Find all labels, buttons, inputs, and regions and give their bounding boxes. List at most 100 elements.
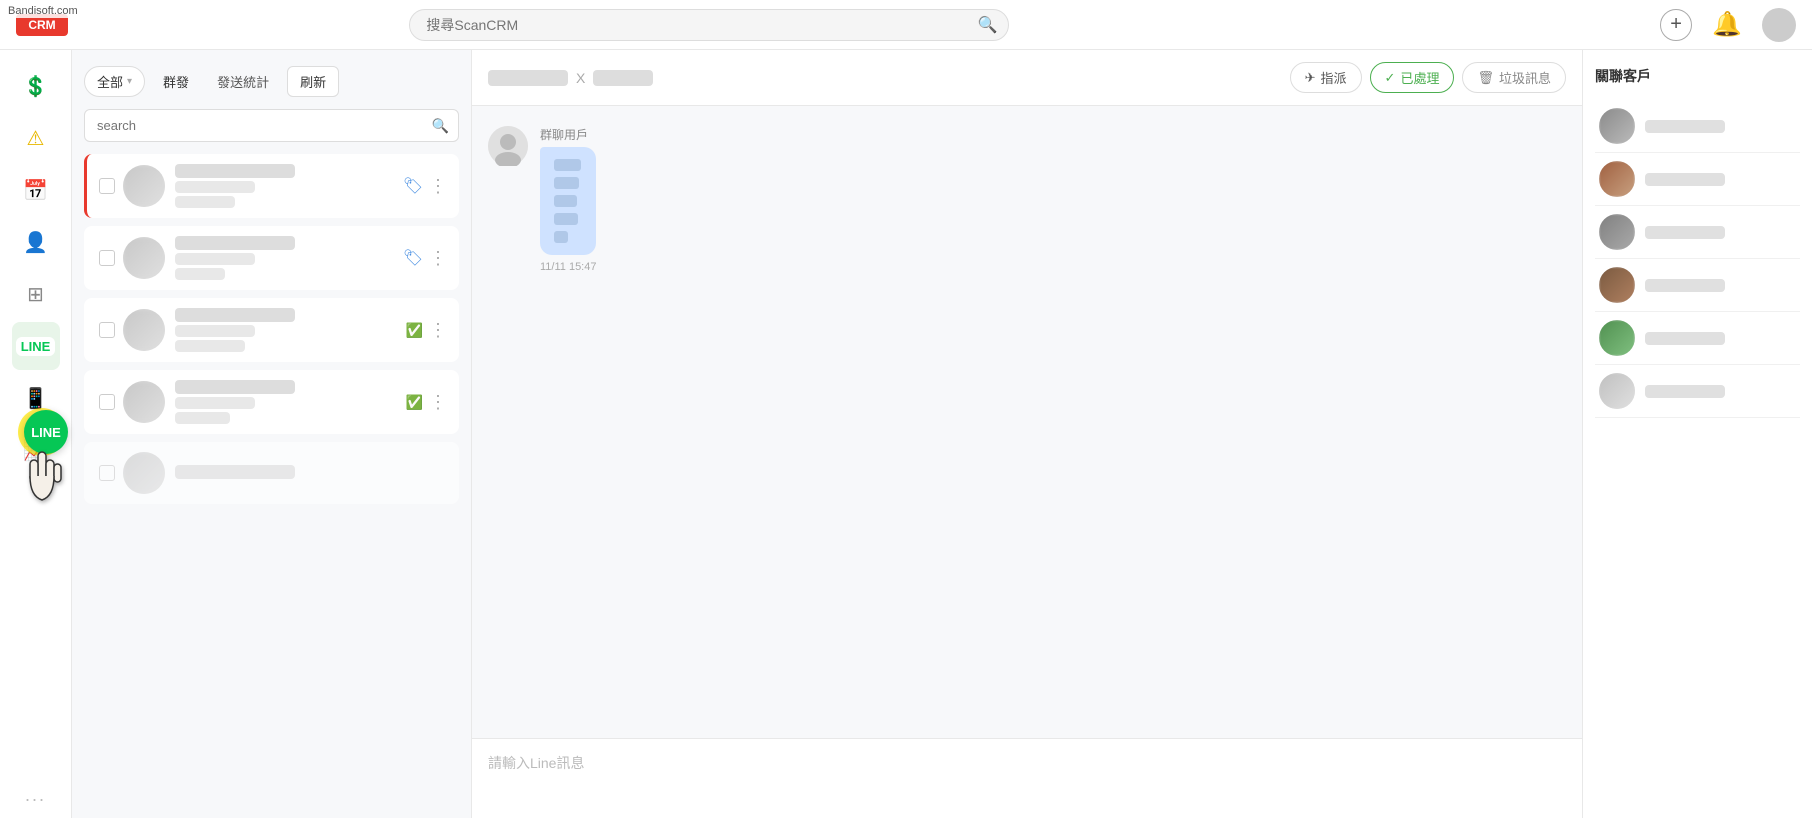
- more-icon[interactable]: ⋮: [429, 248, 447, 269]
- conv-msg-2: [175, 268, 225, 280]
- conv-msg: [175, 397, 255, 409]
- related-customer[interactable]: [1595, 312, 1800, 365]
- checkbox[interactable]: [99, 322, 115, 338]
- refresh-button[interactable]: 刷新: [287, 66, 339, 97]
- chat-title: X: [488, 70, 1278, 86]
- sidebar-item-contacts[interactable]: 👤: [12, 218, 60, 266]
- assign-button[interactable]: ✈ 指派: [1290, 62, 1362, 93]
- tag-icon: 🏷: [403, 176, 423, 196]
- chevron-down-icon: ▾: [127, 76, 132, 87]
- related-customer[interactable]: [1595, 259, 1800, 312]
- chart-icon: 📈: [23, 438, 48, 463]
- conv-actions: 🏷 ⋮: [403, 248, 447, 269]
- sender-avatar: [488, 126, 528, 166]
- assign-icon: ✈: [1305, 70, 1316, 86]
- chat-area: X ✈ 指派 ✓ 已處理 🗑 垃圾訊息: [472, 50, 1582, 818]
- alert-icon: ⚠: [27, 126, 45, 151]
- sidebar-item-line[interactable]: LINE: [12, 322, 60, 370]
- related-avatar: [1599, 373, 1635, 409]
- calendar-icon: 📅: [23, 178, 48, 203]
- add-button[interactable]: +: [1660, 9, 1692, 41]
- conv-msg: [175, 325, 255, 337]
- chat-input-area[interactable]: 請輸入Line訊息: [472, 738, 1582, 818]
- message-bubble: [540, 147, 596, 255]
- sidebar-item-calendar[interactable]: 📅: [12, 166, 60, 214]
- conv-actions: 🏷 ⋮: [403, 176, 447, 197]
- chat-header-actions: ✈ 指派 ✓ 已處理 🗑 垃圾訊息: [1290, 62, 1566, 93]
- related-name: [1645, 332, 1725, 345]
- assign-label: 指派: [1321, 68, 1347, 87]
- processed-icon: ✅: [406, 322, 423, 339]
- conv-search-input[interactable]: [84, 109, 459, 142]
- search-icon: 🔍: [432, 117, 449, 134]
- chat-header: X ✈ 指派 ✓ 已處理 🗑 垃圾訊息: [472, 50, 1582, 106]
- conv-info: [175, 465, 447, 482]
- conv-name: [175, 164, 295, 178]
- conv-name: [175, 380, 295, 394]
- related-avatar: [1599, 161, 1635, 197]
- related-customer[interactable]: [1595, 153, 1800, 206]
- message-content: 群聊用戶 11/11 15:47: [540, 126, 596, 273]
- conv-info: [175, 164, 403, 208]
- sidebar-item-alert[interactable]: ⚠: [12, 114, 60, 162]
- avatar[interactable]: [1762, 8, 1796, 42]
- bell-icon[interactable]: 🔔: [1712, 10, 1742, 39]
- related-customer[interactable]: [1595, 206, 1800, 259]
- dollar-icon: 💲: [23, 74, 48, 99]
- processed-button[interactable]: ✓ 已處理: [1370, 62, 1455, 93]
- related-customer[interactable]: [1595, 365, 1800, 418]
- conv-item[interactable]: ✅ ⋮: [84, 370, 459, 434]
- avatar: [123, 381, 165, 423]
- related-customer[interactable]: [1595, 100, 1800, 153]
- more-icon[interactable]: ⋮: [429, 392, 447, 413]
- msg-line: [554, 231, 568, 243]
- sidebar-item-chart[interactable]: 📈: [12, 426, 60, 474]
- related-name: [1645, 173, 1725, 186]
- chat-title-part1: [488, 70, 568, 86]
- conv-item[interactable]: ✅ ⋮: [84, 298, 459, 362]
- right-panel-title: 關聯客戶: [1595, 66, 1800, 86]
- conv-msg: [175, 181, 255, 193]
- processed-label: 已處理: [1400, 68, 1439, 87]
- conv-msg-2: [175, 196, 235, 208]
- stats-button[interactable]: 發送統計: [207, 67, 279, 96]
- related-name: [1645, 385, 1725, 398]
- conv-name: [175, 308, 295, 322]
- sidebar-item-phone[interactable]: 📱: [12, 374, 60, 422]
- sidebar: 💲 ⚠ 📅 👤 ⊞ LINE 📱 📈 ...: [0, 50, 72, 818]
- sidebar-more[interactable]: ...: [25, 785, 46, 806]
- sender-name: 群聊用戶: [540, 126, 596, 143]
- related-avatar: [1599, 214, 1635, 250]
- conv-name: [175, 465, 295, 479]
- checkbox[interactable]: [99, 465, 115, 481]
- search-input[interactable]: [409, 9, 1009, 41]
- filter-button[interactable]: 全部 ▾: [84, 66, 145, 97]
- check-icon: ✓: [1385, 70, 1396, 86]
- sidebar-item-table[interactable]: ⊞: [12, 270, 60, 318]
- more-icon[interactable]: ⋮: [429, 320, 447, 341]
- checkbox[interactable]: [99, 394, 115, 410]
- avatar: [123, 452, 165, 494]
- contacts-icon: 👤: [23, 230, 48, 255]
- checkbox[interactable]: [99, 178, 115, 194]
- trash-button[interactable]: 🗑 垃圾訊息: [1462, 62, 1566, 93]
- conv-item[interactable]: [84, 442, 459, 504]
- conv-info: [175, 308, 406, 352]
- conv-info: [175, 236, 403, 280]
- chat-messages: 群聊用戶 11/11 15:47: [472, 106, 1582, 738]
- line-icon: LINE: [16, 337, 56, 356]
- trash-label: 垃圾訊息: [1499, 68, 1551, 87]
- topbar: CRM 🔍 + 🔔: [0, 0, 1812, 50]
- group-send-button[interactable]: 群發: [153, 67, 199, 96]
- msg-line: [554, 195, 577, 207]
- checkbox[interactable]: [99, 250, 115, 266]
- conv-item[interactable]: 🏷 ⋮: [84, 154, 459, 218]
- sidebar-item-dollar[interactable]: 💲: [12, 62, 60, 110]
- avatar: [123, 237, 165, 279]
- search-icon: 🔍: [977, 15, 997, 35]
- conv-actions: ✅ ⋮: [406, 392, 447, 413]
- conversation-panel: 全部 ▾ 群發 發送統計 刷新 🔍 🏷: [72, 50, 472, 818]
- more-icon[interactable]: ⋮: [429, 176, 447, 197]
- related-avatar: [1599, 320, 1635, 356]
- conv-item[interactable]: 🏷 ⋮: [84, 226, 459, 290]
